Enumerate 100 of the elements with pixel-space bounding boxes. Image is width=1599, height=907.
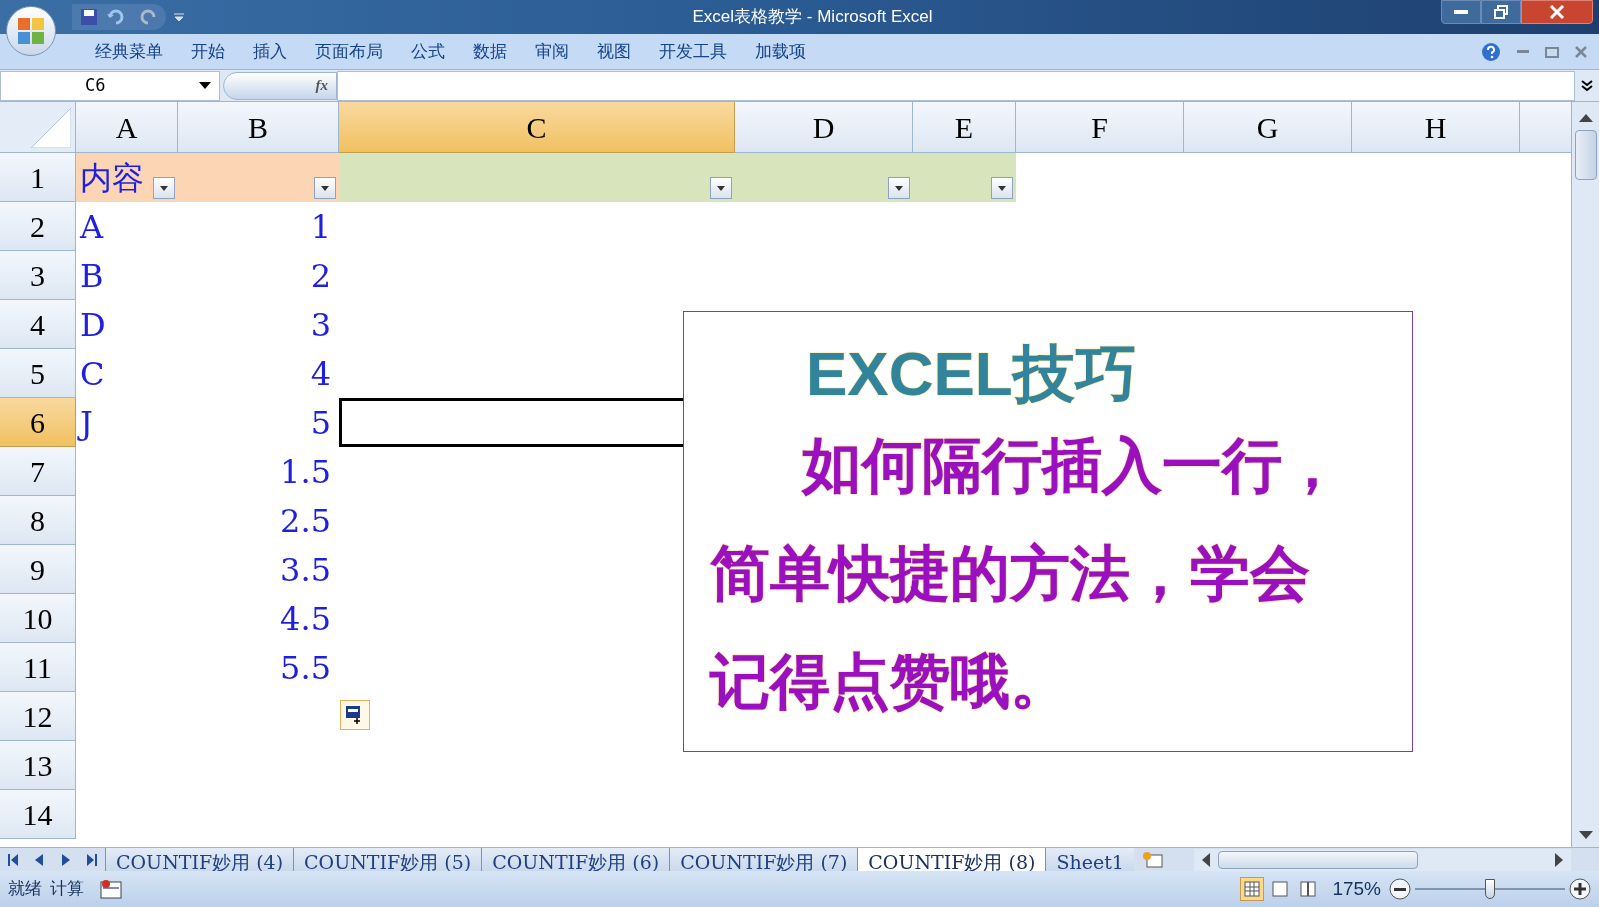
restore-button[interactable] (1481, 0, 1521, 24)
menu-tab[interactable]: 数据 (459, 38, 521, 65)
save-icon[interactable] (80, 8, 98, 26)
scroll-left-icon[interactable] (1201, 852, 1210, 867)
caret-down-icon (160, 185, 168, 191)
status-text: 就绪 (8, 878, 42, 901)
row-header[interactable]: 13 (0, 741, 76, 790)
caret-down-icon (998, 185, 1006, 191)
insert-function-button[interactable]: fx (315, 74, 328, 97)
cell-text: 2 (310, 259, 331, 292)
minimize-button[interactable] (1441, 0, 1481, 24)
status-text: 计算 (50, 878, 84, 901)
insert-sheet-icon[interactable] (1141, 850, 1164, 869)
zoom-slider-thumb[interactable] (1485, 879, 1495, 899)
row-header[interactable]: 2 (0, 202, 76, 251)
menu-tab[interactable]: 开发工具 (645, 38, 741, 65)
restore-icon[interactable] (1545, 45, 1559, 58)
close-icon[interactable] (1575, 45, 1587, 58)
customize-toolbar-icon[interactable] (174, 12, 184, 22)
row-header[interactable]: 11 (0, 643, 76, 692)
horizontal-scrollbar[interactable] (1193, 848, 1571, 871)
last-sheet-icon[interactable] (86, 853, 97, 866)
scroll-down-icon[interactable] (1578, 831, 1593, 839)
menu-tab[interactable]: 页面布局 (301, 38, 397, 65)
row-header[interactable]: 6 (0, 398, 76, 447)
scroll-right-icon[interactable] (1555, 852, 1563, 867)
paste-options-button[interactable] (340, 700, 370, 730)
sheet-tab[interactable]: Sheet1 (1045, 847, 1134, 872)
macro-record-icon[interactable] (100, 879, 122, 899)
row-header[interactable]: 12 (0, 692, 76, 741)
column-header[interactable]: H (1352, 102, 1520, 153)
column-header[interactable]: F (1016, 102, 1184, 153)
menu-tab[interactable]: 插入 (239, 38, 301, 65)
row-header[interactable]: 10 (0, 594, 76, 643)
double-chevron-icon (1581, 79, 1593, 92)
cell-text: C (80, 357, 105, 390)
filter-dropdown-button[interactable] (153, 177, 175, 199)
sheet-tab[interactable]: COUNTIF妙用 (8) (857, 847, 1046, 872)
caret-down-icon (321, 185, 329, 191)
cell-text: 1 (310, 210, 331, 243)
caret-down-icon (717, 185, 725, 191)
cell-text: B (80, 259, 104, 292)
cell-text: 2.5 (280, 504, 331, 537)
menu-tab[interactable]: 公式 (397, 38, 459, 65)
minimize-icon[interactable] (1517, 49, 1529, 54)
column-header[interactable]: E (913, 102, 1016, 153)
zoom-out-icon[interactable] (1389, 878, 1411, 900)
next-sheet-icon[interactable] (60, 853, 71, 866)
row-header[interactable]: 8 (0, 496, 76, 545)
prev-sheet-icon[interactable] (34, 853, 45, 866)
row-header[interactable]: 5 (0, 349, 76, 398)
office-logo-button[interactable] (6, 6, 56, 56)
first-sheet-icon[interactable] (8, 853, 19, 866)
row-header[interactable]: 14 (0, 790, 76, 839)
office-logo-icon (16, 16, 46, 46)
name-box[interactable]: C6 (0, 70, 220, 101)
sheet-tab[interactable]: COUNTIF妙用 (4) (105, 847, 294, 872)
help-icon[interactable] (1481, 41, 1501, 62)
filter-dropdown-button[interactable] (991, 177, 1013, 199)
window-title: Excel表格教学 - Microsoft Excel (692, 6, 933, 29)
name-box-value: C6 (85, 73, 107, 97)
cell-text: 内容 (80, 161, 144, 194)
close-button[interactable] (1521, 0, 1593, 24)
row-header[interactable]: 7 (0, 447, 76, 496)
row-header[interactable]: 3 (0, 251, 76, 300)
sheet-tab[interactable]: COUNTIF妙用 (6) (481, 847, 670, 872)
scroll-up-icon[interactable] (1578, 114, 1593, 122)
normal-view-icon[interactable] (1240, 877, 1265, 901)
sheet-tab[interactable]: COUNTIF妙用 (7) (669, 847, 858, 872)
filter-dropdown-button[interactable] (888, 177, 910, 199)
dropdown-arrow-icon (199, 82, 211, 89)
menu-tab[interactable]: 审阅 (521, 38, 583, 65)
column-header[interactable]: A (76, 102, 178, 153)
column-header[interactable]: G (1184, 102, 1352, 153)
text-box-title: EXCEL技巧 (805, 340, 1138, 409)
row-header[interactable]: 4 (0, 300, 76, 349)
filter-dropdown-button[interactable] (314, 177, 336, 199)
caret-down-icon (895, 185, 903, 191)
column-header[interactable]: D (735, 102, 913, 153)
scroll-thumb[interactable] (1217, 850, 1418, 869)
cell-text: 4.5 (280, 602, 331, 635)
zoom-in-icon[interactable] (1569, 878, 1591, 900)
row-header[interactable]: 1 (0, 153, 76, 202)
filter-dropdown-button[interactable] (710, 177, 732, 199)
formula-input-field[interactable] (337, 70, 1575, 101)
vertical-scrollbar[interactable] (1571, 102, 1599, 847)
row-header[interactable]: 9 (0, 545, 76, 594)
menu-tab[interactable]: 经典菜单 (81, 38, 177, 65)
column-header[interactable]: B (178, 102, 339, 153)
scroll-thumb[interactable] (1574, 130, 1597, 180)
menu-tab[interactable]: 开始 (177, 38, 239, 65)
cell-text: 3 (310, 308, 331, 341)
minimize-icon (1454, 10, 1468, 14)
cell-text: 5.5 (280, 651, 331, 684)
column-header[interactable]: C (339, 102, 735, 153)
sheet-tab[interactable]: COUNTIF妙用 (5) (293, 847, 482, 872)
zoom-level[interactable]: 175% (1332, 874, 1381, 904)
menu-tab[interactable]: 视图 (583, 38, 645, 65)
cell-text: D (80, 308, 106, 341)
menu-tab[interactable]: 加载项 (741, 38, 820, 65)
